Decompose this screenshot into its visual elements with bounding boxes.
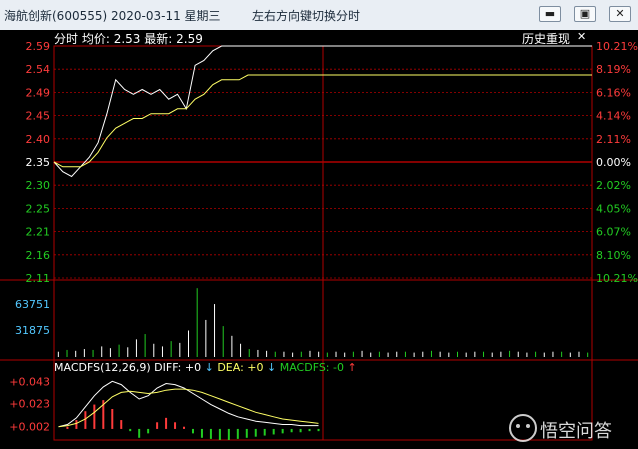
percent-tick-label: 10.21% [596,272,638,285]
percent-tick-label: 8.10% [596,249,631,262]
macd-dea: DEA: +0 [217,361,264,374]
macd-legend: MACDFS(12,26,9) DIFF: +0 ↓ DEA: +0 ↓ MAC… [54,361,357,374]
price-tick-label: 2.30 [26,179,51,192]
price-tick-label: 2.54 [26,63,51,76]
macd-macdfs: MACDFS: -0 [279,361,344,374]
percent-tick-label: 2.11% [596,133,631,146]
last-price-value: 2.59 [176,32,203,46]
chart-canvas: 2.59 10.21% 2.54 8.19% 2.49 6.16% 2.45 4.14% 2.4… [0,40,638,441]
percent-tick-label: 10.21% [596,40,638,53]
volume-tick-label: 31875 [15,324,50,337]
macd-diff: DIFF: +0 [154,361,202,374]
macd-tick-label: +0.002 [9,421,50,434]
percent-tick-label: 8.19% [596,63,631,76]
price-tick-label: 2.16 [26,249,51,262]
percent-tick-label: 2.02% [596,179,631,192]
close-icon[interactable]: ✕ [577,30,586,43]
percent-tick-label: 0.00% [596,156,631,169]
price-tick-label: 2.40 [26,133,51,146]
watermark-text: 悟空问答 [540,421,612,442]
percent-tick-label: 4.05% [596,202,631,215]
price-tick-label: 2.45 [26,110,51,123]
percent-tick-label: 6.16% [596,86,631,99]
volume-tick-label: 63751 [15,298,50,311]
percent-tick-label: 6.07% [596,226,631,239]
avg-price-value: 2.53 [113,32,141,46]
last-price-label: 最新: [144,32,173,46]
arrow-down-icon: ↓ [204,361,214,374]
price-tick-label: 2.21 [26,226,51,239]
macd-tick-label: +0.043 [9,375,50,388]
price-tick-label: 2.49 [26,86,51,99]
macd-title: MACDFS(12,26,9) [54,361,151,374]
arrow-up-icon: ↑ [347,361,357,374]
percent-tick-label: 4.14% [596,110,631,123]
price-tick-label: 2.25 [26,202,51,215]
avg-price-label: 均价: [81,32,110,46]
macd-tick-label: +0.023 [9,397,50,410]
arrow-down-icon: ↓ [267,361,277,374]
chart-info: 分时 均价: 2.53 最新: 2.59 [54,30,203,46]
price-tick-label: 2.59 [26,40,51,53]
price-tick-label: 2.11 [26,272,51,285]
macd-dea-line [58,388,319,428]
price-tick-label: 2.35 [26,156,51,169]
mode-label: 分时 [54,32,79,46]
macd-diff-line [58,380,319,428]
history-replay-button[interactable]: 历史重现 [522,30,570,47]
